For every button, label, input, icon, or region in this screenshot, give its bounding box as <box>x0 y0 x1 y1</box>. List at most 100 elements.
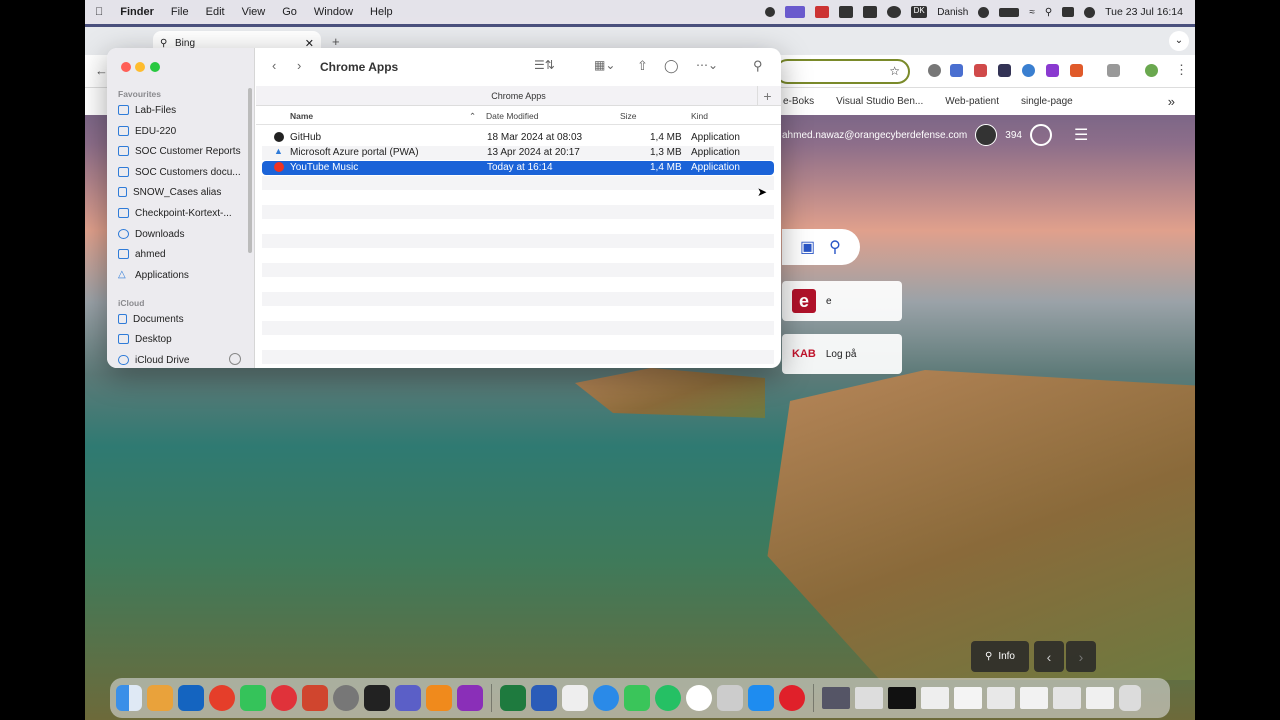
menu-icon[interactable]: ☰ <box>1074 125 1088 145</box>
file-row-azure-portal[interactable]: ▲ Microsoft Azure portal (PWA) 13 Apr 20… <box>262 146 774 160</box>
siri-icon[interactable] <box>1084 6 1096 18</box>
minimized-window-thumbnail[interactable] <box>1086 687 1114 709</box>
minimize-window-button[interactable] <box>135 62 145 72</box>
zoom-window-button[interactable] <box>150 62 160 72</box>
next-image-button[interactable]: › <box>1066 641 1096 672</box>
minimized-window-thumbnail[interactable] <box>921 687 949 709</box>
star-icon[interactable]: ☆ <box>889 64 900 78</box>
menu-window[interactable]: Window <box>314 6 353 18</box>
apple-icon[interactable]:  <box>95 6 103 18</box>
more-icon[interactable]: ⋮ <box>1175 62 1188 78</box>
keyboard-layout-icon[interactable]: DK <box>911 6 928 18</box>
sidebar-item-snow-cases[interactable]: SNOW_Cases alias <box>118 183 221 201</box>
books-icon[interactable] <box>426 685 452 711</box>
profile-icon[interactable] <box>1145 64 1158 77</box>
bookmark-single-page[interactable]: single-page <box>1021 96 1073 107</box>
remote-desktop-icon[interactable] <box>302 685 328 711</box>
menu-go[interactable]: Go <box>282 6 297 18</box>
bookmark-visual-studio[interactable]: Visual Studio Ben... <box>836 96 923 107</box>
more-bookmarks-icon[interactable]: » <box>1168 94 1175 109</box>
clapper-icon[interactable] <box>839 6 854 18</box>
minimized-window-thumbnail[interactable] <box>954 687 982 709</box>
notes-icon[interactable] <box>562 685 588 711</box>
minimized-window-thumbnail[interactable] <box>987 687 1015 709</box>
record-icon[interactable] <box>765 7 776 17</box>
close-window-button[interactable] <box>121 62 131 72</box>
puzzle-icon[interactable] <box>1107 64 1120 77</box>
cloud-app-icon[interactable] <box>240 685 266 711</box>
sidebar-item-documents[interactable]: Documents <box>118 310 184 328</box>
minimized-window-thumbnail[interactable] <box>1053 687 1081 709</box>
column-date-modified[interactable]: Date Modified <box>486 111 538 121</box>
sidebar-item-checkpoint[interactable]: Checkpoint-Kortext-... <box>118 204 232 222</box>
megaphone-icon[interactable] <box>1070 64 1083 77</box>
share-icon[interactable]: ⇧ <box>637 58 648 74</box>
sidebar-item-desktop[interactable]: Desktop <box>118 330 172 348</box>
new-tab-button[interactable]: + <box>332 34 340 49</box>
avatar[interactable] <box>975 124 998 146</box>
search-icon[interactable]: ⚲ <box>1045 7 1052 18</box>
terminal-icon[interactable] <box>364 685 390 711</box>
add-tab-button[interactable]: + <box>757 86 777 106</box>
menu-help[interactable]: Help <box>370 6 393 18</box>
menu-view[interactable]: View <box>242 6 266 18</box>
menu-edit[interactable]: Edit <box>206 6 225 18</box>
checkpoint-icon[interactable] <box>271 685 297 711</box>
trash-icon[interactable] <box>1119 685 1141 711</box>
finder-window-icon[interactable] <box>717 685 743 711</box>
quicklink-tile[interactable]: KAB Log på <box>782 334 902 374</box>
sort-ascending-icon[interactable]: ⌃ <box>469 111 476 122</box>
messages-icon[interactable] <box>624 685 650 711</box>
whatsapp-icon[interactable] <box>655 685 681 711</box>
launchpad-icon[interactable] <box>147 685 173 711</box>
back-icon[interactable]: ‹ <box>272 58 276 73</box>
list-view-icon[interactable]: ☰⇅ <box>534 58 555 72</box>
sidebar-item-ahmed[interactable]: ahmed <box>118 245 166 263</box>
safari-icon[interactable] <box>593 685 619 711</box>
sync-progress-icon[interactable] <box>229 353 241 365</box>
keyboard-layout-label[interactable]: Danish <box>937 7 968 18</box>
play-icon[interactable] <box>978 6 990 18</box>
extension-icon[interactable] <box>1022 64 1035 77</box>
bookmark-web-patient[interactable]: Web-patient <box>945 96 999 107</box>
minimized-window-thumbnail[interactable] <box>822 687 850 709</box>
info-button[interactable]: ⚲ Info <box>971 641 1029 672</box>
youtube-music-icon[interactable] <box>779 685 805 711</box>
menu-clock[interactable]: Tue 23 Jul 16:14 <box>1105 6 1183 18</box>
finder-app-icon[interactable] <box>116 685 142 711</box>
tag-icon[interactable]: ◯ <box>664 58 679 74</box>
bookmark-e-boks[interactable]: e-Boks <box>783 96 814 107</box>
file-row-github[interactable]: GitHub 18 Mar 2024 at 08:03 1,4 MB Appli… <box>262 131 774 145</box>
sidebar-item-applications[interactable]: △ Applications <box>118 266 189 284</box>
chatgpt-icon[interactable] <box>686 685 712 711</box>
minimized-window-thumbnail[interactable] <box>855 687 883 709</box>
sidebar-item-edu-220[interactable]: EDU-220 <box>118 122 176 140</box>
headphones-icon[interactable] <box>887 6 902 18</box>
sidebar-item-lab-files[interactable]: Lab-Files <box>118 101 176 119</box>
column-size[interactable]: Size <box>620 111 637 121</box>
more-actions-icon[interactable]: ⋯⌄ <box>696 58 718 72</box>
sidebar-item-downloads[interactable]: Downloads <box>118 225 184 243</box>
sidebar-item-soc-customers-docs[interactable]: SOC Customers docu... <box>118 163 241 181</box>
extension-icon[interactable] <box>998 64 1011 77</box>
minimized-window-thumbnail[interactable] <box>1020 687 1048 709</box>
teams-icon[interactable] <box>395 685 421 711</box>
sidebar-item-soc-customer-reports[interactable]: SOC Customer Reports <box>118 142 241 160</box>
sidebar-scrollbar[interactable] <box>248 88 252 253</box>
sidebar-item-icloud-drive[interactable]: iCloud Drive <box>118 351 189 368</box>
download-icon[interactable] <box>1046 64 1059 77</box>
address-bar[interactable]: ☆ <box>775 59 910 84</box>
user-email[interactable]: ahmed.nawaz@orangecyberdefense.com <box>782 130 967 141</box>
column-name[interactable]: Name <box>290 111 313 121</box>
group-icon[interactable]: ▦⌄ <box>594 58 615 72</box>
excel-icon[interactable] <box>500 685 526 711</box>
battery-icon[interactable] <box>999 7 1020 17</box>
extension-icon[interactable] <box>950 64 963 77</box>
menu-file[interactable]: File <box>171 6 189 18</box>
tool-icon[interactable] <box>815 6 830 18</box>
previous-image-button[interactable]: ‹ <box>1034 641 1064 672</box>
reward-points[interactable]: 394 <box>1005 130 1022 141</box>
pen-icon[interactable] <box>863 6 878 18</box>
menu-app-name[interactable]: Finder <box>120 6 154 18</box>
onenote-icon[interactable] <box>457 685 483 711</box>
